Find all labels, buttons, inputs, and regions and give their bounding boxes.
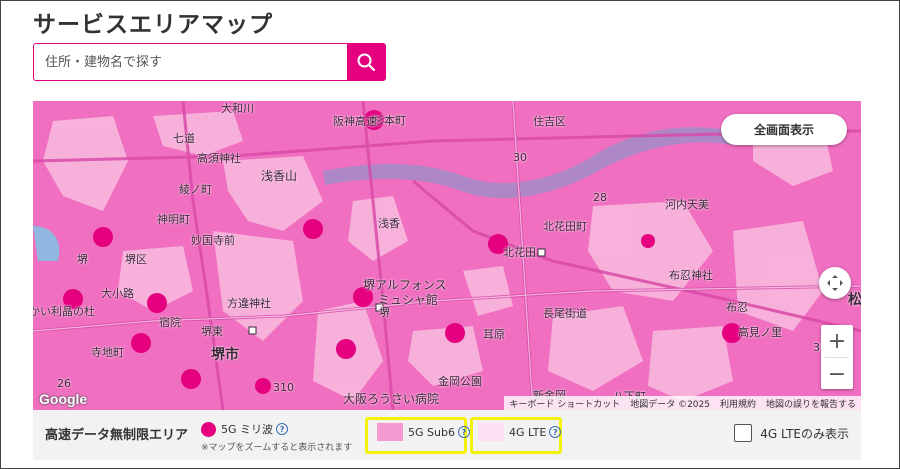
map-label: 布忍 xyxy=(726,301,748,314)
mmwave-dot-icon xyxy=(201,421,216,437)
map-label: 堺 xyxy=(77,253,88,266)
lte-only-checkbox[interactable] xyxy=(734,424,753,442)
google-logo: Google xyxy=(39,391,88,407)
map-label: 方違神社 xyxy=(227,297,271,310)
map-label: 30 xyxy=(513,151,527,164)
legend-4g-lte: 4G LTE ? xyxy=(478,423,562,441)
zoom-controls: + − xyxy=(821,325,853,389)
map-label: 寺地町 xyxy=(91,346,124,359)
map-label: 高見ノ里 xyxy=(738,326,782,339)
pan-control-button[interactable] xyxy=(819,267,851,299)
map-label: 住吉区 xyxy=(533,115,566,128)
map-label: 妙国寺前 xyxy=(191,234,235,247)
map-label: 宿院 xyxy=(159,316,181,329)
map-canvas xyxy=(33,101,861,410)
lte-only-label: 4G LTEのみ表示 xyxy=(760,426,849,441)
map-data-text: 地図データ ©2025 xyxy=(630,399,710,410)
map-label: 布忍神社 xyxy=(669,269,713,282)
map-label: 北花田 xyxy=(503,246,536,259)
map-label: 堺区 xyxy=(125,253,147,266)
map-label: 大阪ろうさい病院 xyxy=(343,392,440,406)
map-label: 高須神社 xyxy=(197,152,241,165)
map-label: 堺市 xyxy=(211,347,239,363)
help-icon[interactable]: ? xyxy=(457,426,470,438)
coverage-map[interactable]: 大和川 杉本町 七道 高須神社 綾ノ町 浅香山 神明町 妙国寺前 堺 堺区 浅香… xyxy=(33,101,861,410)
map-label: 堺 xyxy=(379,306,390,319)
keyboard-shortcuts-link[interactable]: キーボード ショートカット xyxy=(504,397,625,410)
report-error-link[interactable]: 地図の誤りを報告する xyxy=(761,397,861,410)
search-button[interactable] xyxy=(347,44,385,80)
lte-only-toggle[interactable]: 4G LTEのみ表示 xyxy=(734,424,849,442)
terms-link[interactable]: 利用規約 xyxy=(715,397,761,410)
map-label: 七道 xyxy=(173,132,195,145)
map-label: 耳原 xyxy=(483,328,505,341)
map-label: 阪神高速 xyxy=(333,115,377,128)
search-icon xyxy=(357,53,376,72)
zoom-out-button[interactable]: − xyxy=(821,358,853,390)
legend-title: 高速データ無制限エリア xyxy=(45,428,189,443)
zoom-in-button[interactable]: + xyxy=(821,325,853,357)
map-label: 長尾街道 xyxy=(543,307,587,320)
help-icon[interactable]: ? xyxy=(276,423,289,435)
map-label: 大小路 xyxy=(101,287,134,300)
move-arrows-icon xyxy=(827,275,843,291)
map-label: 松 xyxy=(848,292,861,308)
fullscreen-button[interactable]: 全画面表示 xyxy=(721,114,847,145)
map-label: 堺東 xyxy=(201,325,223,338)
lte-swatch xyxy=(478,423,504,441)
map-label: 杉本町 xyxy=(373,114,406,127)
lte-label: 4G LTE xyxy=(509,425,547,439)
map-label: 浅香山 xyxy=(261,169,298,183)
map-label: かい利晶の杜 xyxy=(33,305,95,318)
search-input[interactable] xyxy=(34,44,348,80)
map-label: 大和川 xyxy=(221,102,254,115)
sub6-swatch xyxy=(377,423,403,441)
legend-5g-mmwave: 5G ミリ波 ? xyxy=(201,421,289,437)
map-label: 神明町 xyxy=(157,213,190,226)
legend-bar: 高速データ無制限エリア 5G ミリ波 ? ※マップをズームすると表示されます 5… xyxy=(33,410,861,460)
map-label: 28 xyxy=(593,191,607,204)
map-label: 26 xyxy=(57,377,71,390)
help-icon[interactable]: ? xyxy=(549,426,562,438)
mmwave-note: ※マップをズームすると表示されます xyxy=(201,443,353,453)
map-label: 310 xyxy=(273,381,294,394)
map-label: 金岡公園 xyxy=(438,375,482,388)
map-attribution: キーボード ショートカット 地図データ ©2025 利用規約 地図の誤りを報告す… xyxy=(504,396,861,410)
map-label: 北花田町 xyxy=(543,220,587,233)
app-frame: サービスエリアマップ 住所・建物名で探す 大和川 杉本町 七道 高須神社 綾ノ町… xyxy=(0,0,900,469)
mmwave-label: 5G ミリ波 xyxy=(221,423,274,436)
map-label: 綾ノ町 xyxy=(179,183,212,196)
legend-5g-sub6: 5G Sub6 ? xyxy=(377,423,470,441)
page-title: サービスエリアマップ xyxy=(33,12,273,38)
map-label: 浅香 xyxy=(378,217,400,230)
search-bar xyxy=(33,43,386,81)
map-label: 河内天美 xyxy=(665,198,709,211)
sub6-label: 5G Sub6 xyxy=(408,425,455,439)
